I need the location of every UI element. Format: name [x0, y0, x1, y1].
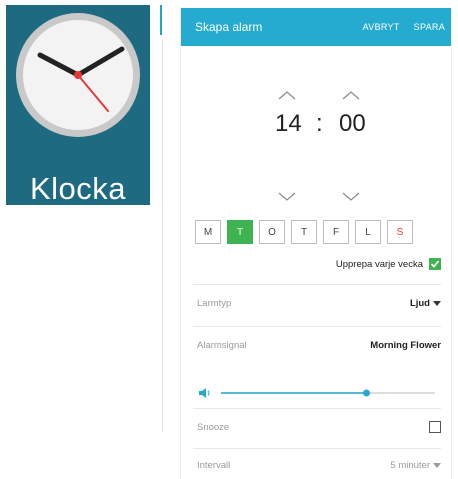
hour-value[interactable]: 14	[275, 110, 302, 138]
volume-speaker-icon	[199, 388, 210, 398]
alarm-tone-label: Alarmsignal	[197, 340, 247, 351]
time-separator: :	[316, 110, 323, 137]
volume-slider[interactable]	[199, 386, 437, 400]
day-toggle-wednesday[interactable]: O	[259, 220, 285, 244]
alarm-tone-row[interactable]: Alarmsignal Morning Flower	[197, 340, 441, 351]
minute-up-chevron-icon[interactable]	[341, 90, 361, 100]
app-name: Klocka	[29, 171, 127, 205]
day-toggle-tuesday[interactable]: T	[227, 220, 253, 244]
alarm-tone-value: Morning Flower	[370, 340, 441, 351]
repeat-weekly-checkbox[interactable]	[429, 258, 441, 270]
dropdown-arrow-icon	[433, 463, 441, 468]
alarm-type-value: Ljud	[409, 298, 430, 309]
alarm-type-row[interactable]: Larmtyp Ljud	[197, 298, 441, 309]
create-alarm-panel: Skapa alarm AVBRYT SPARA 14 : 00 M T O T…	[180, 8, 452, 479]
day-toggle-thursday[interactable]: T	[291, 220, 317, 244]
hour-up-chevron-icon[interactable]	[277, 90, 297, 100]
divider	[162, 40, 163, 432]
alarm-type-label: Larmtyp	[197, 298, 232, 309]
day-toggle-saturday[interactable]: L	[355, 220, 381, 244]
volume-thumb	[363, 389, 371, 397]
minute-value[interactable]: 00	[339, 110, 366, 138]
page-title: Skapa alarm	[195, 20, 263, 34]
app-bar: Skapa alarm AVBRYT SPARA	[181, 8, 451, 46]
divider	[160, 5, 162, 35]
checkmark-icon	[430, 260, 440, 268]
day-toggle-monday[interactable]: M	[195, 220, 221, 244]
cancel-button[interactable]: AVBRYT	[363, 22, 400, 32]
divider	[193, 448, 441, 449]
dropdown-arrow-icon	[433, 301, 441, 306]
repeat-weekly-label: Upprepa varje vecka	[335, 258, 423, 270]
time-picker: 14 : 00	[181, 46, 451, 206]
interval-value: 5 minuter	[390, 460, 430, 471]
interval-row[interactable]: Intervall 5 minuter	[197, 460, 441, 471]
clock-app-icon[interactable]: Klocka	[6, 5, 150, 205]
hour-down-chevron-icon[interactable]	[277, 192, 297, 202]
day-toggle-sunday[interactable]: S	[387, 220, 413, 244]
snooze-row[interactable]: Snooze	[197, 421, 441, 433]
divider	[193, 284, 441, 285]
day-toggle-friday[interactable]: F	[323, 220, 349, 244]
save-button[interactable]: SPARA	[414, 22, 445, 32]
divider	[193, 326, 441, 327]
divider	[193, 408, 441, 409]
interval-label: Intervall	[197, 460, 231, 471]
weekday-selector: M T O T F L S	[195, 220, 413, 244]
repeat-weekly-row[interactable]: Upprepa varje vecka	[336, 258, 441, 270]
minute-down-chevron-icon[interactable]	[341, 192, 361, 202]
clock-face-icon	[16, 13, 140, 137]
snooze-label: Snooze	[197, 421, 230, 433]
snooze-checkbox[interactable]	[429, 421, 441, 433]
